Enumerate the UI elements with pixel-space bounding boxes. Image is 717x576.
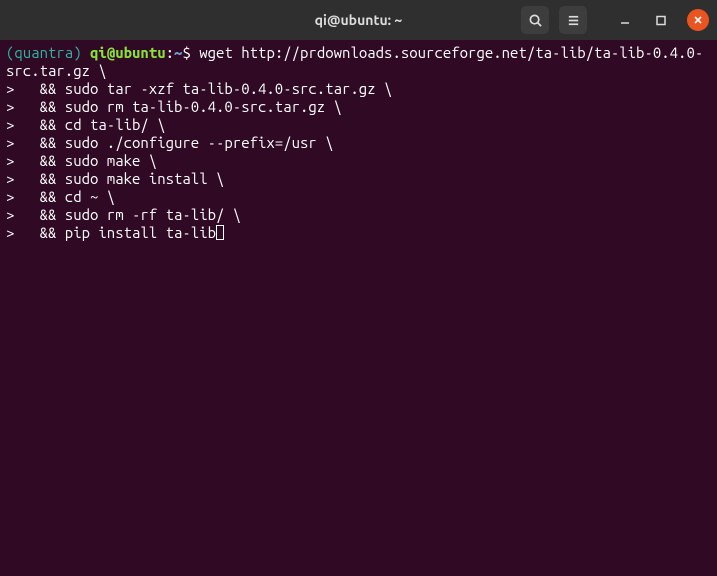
command-cont-line: > && sudo rm -rf ta-lib/ \ [6, 206, 241, 223]
command-cont-line: > && pip install ta-lib [6, 224, 216, 241]
command-cont-line: > && sudo tar -xzf ta-lib-0.4.0-src.tar.… [6, 80, 392, 97]
command-cont-line: > && cd ta-lib/ \ [6, 116, 166, 133]
menu-button[interactable] [559, 6, 587, 34]
command-cont-line: > && sudo rm ta-lib-0.4.0-src.tar.gz \ [6, 98, 342, 115]
command-cont-line: > && sudo ./configure --prefix=/usr \ [6, 134, 334, 151]
command-cont-line: > && cd ~ \ [6, 188, 115, 205]
terminal-body[interactable]: (quantra) qi@ubuntu:~$ wget http://prdow… [0, 40, 717, 576]
prompt-env: (quantra) [6, 44, 82, 61]
maximize-button[interactable] [651, 10, 671, 30]
prompt-symbol: $ [182, 44, 190, 61]
prompt-userhost: qi@ubuntu [90, 44, 166, 61]
titlebar: qi@ubuntu: ~ [0, 0, 717, 40]
close-button[interactable] [687, 9, 709, 31]
command-cont-line: > && sudo make \ [6, 152, 157, 169]
cursor [216, 225, 224, 240]
search-button[interactable] [521, 6, 549, 34]
prompt-sep: : [166, 44, 174, 61]
minimize-button[interactable] [615, 10, 635, 30]
command-cont-line: > && sudo make install \ [6, 170, 224, 187]
window-title: qi@ubuntu: ~ [315, 12, 403, 28]
